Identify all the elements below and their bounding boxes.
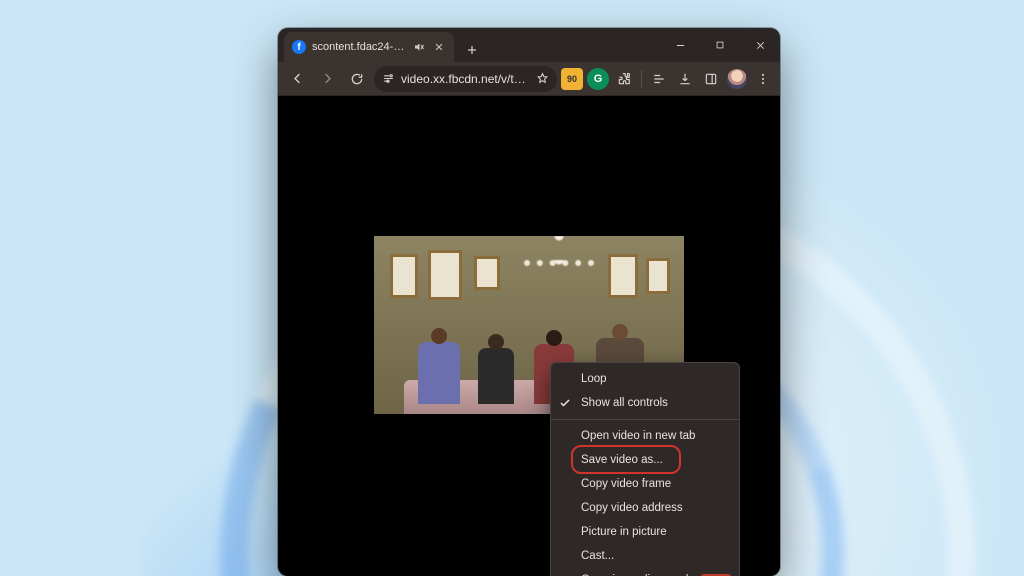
video-still-frame: [646, 258, 670, 294]
downloads-icon[interactable]: [674, 68, 696, 90]
video-still-frame: [390, 254, 418, 298]
new-tab-button[interactable]: [460, 38, 484, 62]
video-context-menu: Loop Show all controls Open video in new…: [550, 362, 740, 576]
menu-item-label: Show all controls: [581, 397, 668, 409]
menu-item-save-video-as[interactable]: Save video as...: [551, 448, 739, 472]
extension-badge-icon[interactable]: 90: [561, 68, 583, 90]
address-bar-url: video.xx.fbcdn.net/v/t42.1790-2...: [401, 72, 530, 86]
menu-item-label: Copy video frame: [581, 478, 671, 490]
menu-item-loop[interactable]: Loop: [551, 367, 739, 391]
video-still-chandelier: [524, 236, 594, 266]
chrome-menu-kebab-icon[interactable]: [752, 68, 774, 90]
tab-strip: f scontent.fdac24-4.fna.fbcdn: [278, 28, 780, 62]
menu-item-picture-in-picture[interactable]: Picture in picture: [551, 520, 739, 544]
menu-item-cast[interactable]: Cast...: [551, 544, 739, 568]
site-settings-icon[interactable]: [382, 72, 395, 85]
video-still-frame: [608, 254, 638, 298]
page-content-area: Loop Show all controls Open video in new…: [278, 96, 780, 576]
address-bar[interactable]: video.xx.fbcdn.net/v/t42.1790-2...: [374, 66, 557, 92]
extensions-puzzle-icon[interactable]: [613, 68, 635, 90]
tab-title: scontent.fdac24-4.fna.fbcdn: [312, 41, 406, 53]
menu-item-label: Copy video address: [581, 502, 683, 514]
desktop-background: f scontent.fdac24-4.fna.fbcdn: [0, 0, 1024, 576]
menu-item-open-reading-mode[interactable]: Open in reading mode NEW: [551, 568, 739, 576]
chrome-window: f scontent.fdac24-4.fna.fbcdn: [278, 28, 780, 576]
browser-toolbar: video.xx.fbcdn.net/v/t42.1790-2... 90 G: [278, 62, 780, 96]
video-still-frame: [474, 256, 500, 290]
facebook-favicon-icon: f: [292, 40, 306, 54]
menu-item-label: Save video as...: [581, 454, 663, 466]
menu-item-copy-video-address[interactable]: Copy video address: [551, 496, 739, 520]
window-minimize-button[interactable]: [660, 28, 700, 62]
tab-audio-muted-icon[interactable]: [412, 40, 426, 54]
menu-item-open-video-new-tab[interactable]: Open video in new tab: [551, 424, 739, 448]
video-still-person: [418, 342, 460, 404]
toolbar-separator: [641, 70, 642, 88]
nav-forward-button[interactable]: [314, 66, 340, 92]
menu-item-label: Open video in new tab: [581, 430, 695, 442]
menu-separator: [551, 419, 739, 420]
browser-tab[interactable]: f scontent.fdac24-4.fna.fbcdn: [284, 32, 454, 62]
window-controls: [660, 28, 780, 62]
grammarly-extension-icon[interactable]: G: [587, 68, 609, 90]
video-still-person: [478, 348, 514, 404]
menu-item-label: Loop: [581, 373, 607, 385]
side-panel-icon[interactable]: [700, 68, 722, 90]
nav-back-button[interactable]: [284, 66, 310, 92]
nav-reload-button[interactable]: [344, 66, 370, 92]
menu-item-copy-video-frame[interactable]: Copy video frame: [551, 472, 739, 496]
window-close-button[interactable]: [740, 28, 780, 62]
video-still-frame: [428, 250, 462, 300]
checkmark-icon: [559, 397, 573, 409]
menu-item-show-all-controls[interactable]: Show all controls: [551, 391, 739, 415]
reading-list-icon[interactable]: [648, 68, 670, 90]
menu-item-label: Cast...: [581, 550, 614, 562]
window-maximize-button[interactable]: [700, 28, 740, 62]
tab-close-icon[interactable]: [432, 40, 446, 54]
menu-item-label: Picture in picture: [581, 526, 667, 538]
bookmark-star-icon[interactable]: [536, 72, 549, 85]
profile-avatar[interactable]: [726, 68, 748, 90]
